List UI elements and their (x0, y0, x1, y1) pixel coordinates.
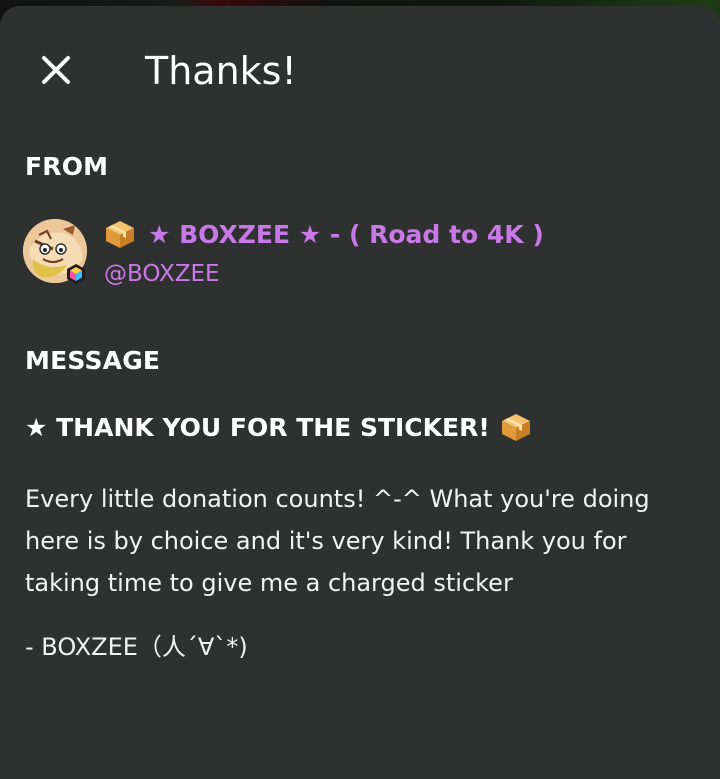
page-title: Thanks! (145, 49, 297, 93)
package-icon (501, 414, 530, 441)
sender-name-text: ★ BOXZEE ★ - ( Road to 4K ) (148, 219, 544, 249)
message-body: Every little donation counts! ^-^ What y… (25, 485, 650, 597)
message-signature: - BOXZEE（人´∀`*) (25, 633, 248, 661)
message-label: MESSAGE (25, 346, 161, 375)
thanks-sheet: Thanks! FROM ★ BOXZEE ★ - (Road to 4K)… (0, 6, 720, 779)
from-label: FROM (25, 152, 109, 181)
sender-handle[interactable]: @BOXZEE (104, 261, 220, 287)
message-heading-text: ★ THANK YOU FOR THE STICKER! (25, 412, 490, 442)
package-icon (106, 221, 134, 248)
hexagon-badge-icon (67, 264, 85, 284)
sender-name[interactable]: ★ BOXZEE ★ - ( Road to 4K ) (104, 219, 544, 249)
close-button[interactable] (32, 46, 80, 94)
close-icon (42, 56, 70, 84)
message-heading: ★ THANK YOU FOR THE STICKER! (25, 412, 532, 442)
